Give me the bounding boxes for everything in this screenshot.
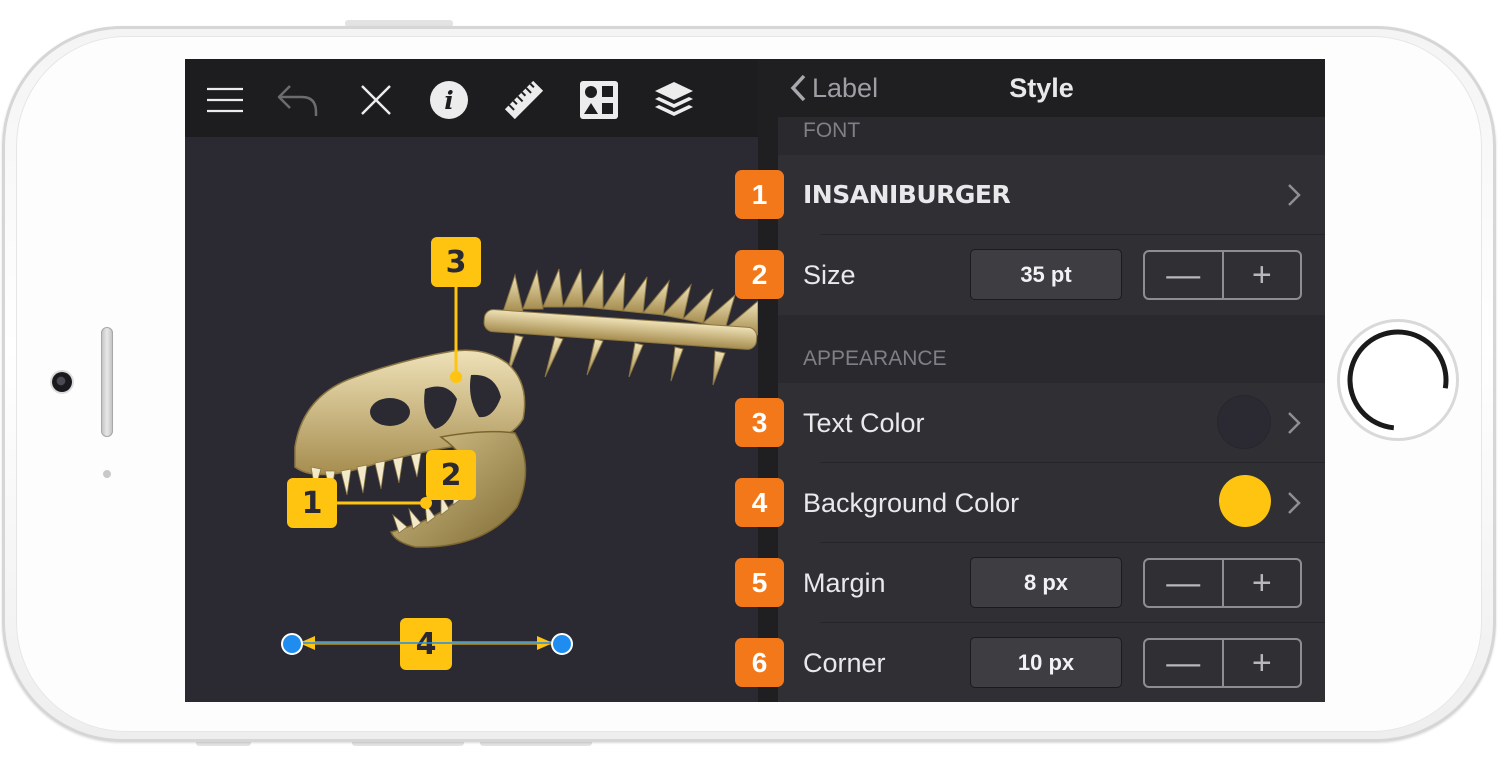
callout-badge-4: 4	[735, 478, 784, 527]
size-value-field[interactable]: 35 pt	[970, 249, 1122, 300]
corner-label: Corner	[803, 648, 886, 678]
margin-row: Margin 8 px — +	[778, 543, 1325, 623]
callout-badge-1: 1	[735, 170, 784, 219]
chevron-right-icon	[1288, 492, 1301, 514]
callout-badge-2: 2	[735, 250, 784, 299]
text-color-swatch	[1217, 395, 1271, 449]
drawing-canvas[interactable]: 3 2 1 4	[185, 137, 758, 702]
style-panel: Label Style FONT INSANIBURGER Size 35 pt…	[758, 59, 1325, 702]
section-header-appearance: APPEARANCE	[778, 315, 1325, 383]
size-increment-button[interactable]: +	[1221, 252, 1301, 298]
corner-decrement-button[interactable]: —	[1145, 640, 1222, 686]
toolbar: i	[185, 59, 758, 137]
size-label: Size	[803, 260, 856, 290]
chevron-right-icon	[1288, 184, 1301, 206]
ruler-icon[interactable]	[503, 79, 545, 121]
background-color-label: Background Color	[803, 488, 1020, 518]
callout-badge-6: 6	[735, 638, 784, 687]
nav-title: Style	[1009, 73, 1074, 103]
front-camera	[52, 372, 72, 392]
size-decrement-button[interactable]: —	[1145, 252, 1222, 298]
menu-icon[interactable]	[204, 79, 246, 121]
margin-label: Margin	[803, 568, 886, 598]
measure-handle-right[interactable]	[551, 633, 573, 655]
corner-row: Corner 10 px — +	[778, 623, 1325, 702]
text-color-label: Text Color	[803, 408, 925, 438]
measure-handle-left[interactable]	[281, 633, 303, 655]
home-button-ring	[1347, 329, 1449, 431]
margin-increment-button[interactable]: +	[1221, 560, 1301, 606]
font-row[interactable]: INSANIBURGER	[778, 155, 1325, 235]
nav-bar: Label Style	[758, 59, 1325, 117]
proximity-sensor	[103, 470, 111, 478]
info-icon[interactable]: i	[428, 79, 470, 121]
svg-text:i: i	[444, 86, 454, 115]
callout-badge-5: 5	[735, 558, 784, 607]
margin-value-field[interactable]: 8 px	[970, 557, 1122, 608]
background-color-swatch	[1219, 475, 1271, 527]
size-stepper: — +	[1143, 250, 1302, 300]
margin-decrement-button[interactable]: —	[1145, 560, 1222, 606]
chevron-right-icon	[1288, 412, 1301, 434]
measure-line	[291, 642, 561, 644]
text-color-row[interactable]: Text Color	[778, 383, 1325, 463]
close-icon[interactable]	[355, 79, 397, 121]
font-name: INSANIBURGER	[803, 180, 1011, 209]
background-color-row[interactable]: Background Color	[778, 463, 1325, 543]
corner-increment-button[interactable]: +	[1221, 640, 1301, 686]
undo-icon[interactable]	[276, 79, 318, 121]
earpiece-speaker	[101, 327, 113, 437]
corner-value-field[interactable]: 10 px	[970, 637, 1122, 688]
corner-stepper: — +	[1143, 638, 1302, 688]
section-header-font: FONT	[778, 117, 1325, 155]
callout-badge-3: 3	[735, 398, 784, 447]
app-screen: i 3 2 1 4 Label Style FONT INSANIBURGER …	[185, 59, 1325, 702]
layers-icon[interactable]	[653, 79, 695, 121]
shapes-icon[interactable]	[578, 79, 620, 121]
size-row: Size 35 pt — +	[778, 235, 1325, 315]
margin-stepper: — +	[1143, 558, 1302, 608]
